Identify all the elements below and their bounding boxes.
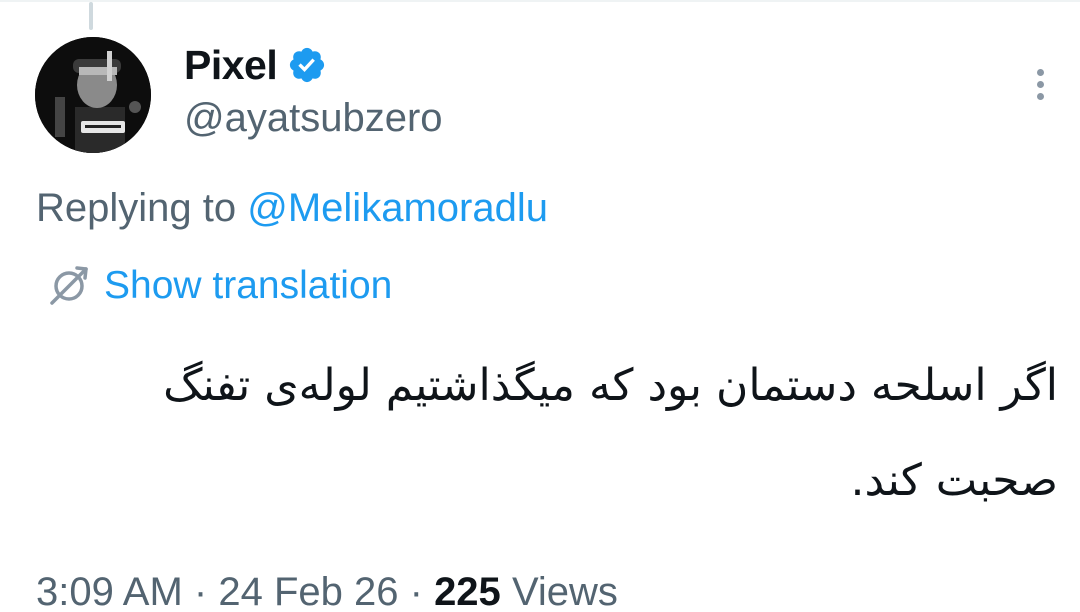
meta-separator: ·: [409, 570, 423, 612]
replying-to-label: Replying to: [36, 186, 237, 230]
thread-connector-line: [89, 2, 93, 30]
meta-separator: ·: [193, 570, 208, 612]
more-vertical-icon-dot: [1036, 80, 1044, 88]
tweet-detail: Pixel @ayatsubzero Replying to @Melikamo…: [0, 0, 1080, 612]
more-vertical-icon: [1036, 68, 1044, 76]
views-label[interactable]: Views: [512, 570, 618, 612]
author-display-name[interactable]: Pixel: [184, 42, 278, 89]
tweet-time[interactable]: 3:09 AM: [36, 570, 183, 612]
tweet-text: اگر اسلحه دستمان بود که میگذاشتیم لوله‌ی…: [163, 360, 1058, 506]
views-count[interactable]: 225: [434, 570, 501, 612]
author-handle[interactable]: @ayatsubzero: [184, 96, 443, 141]
reply-mention-link[interactable]: @Melikamoradlu: [247, 186, 548, 230]
author-name-row[interactable]: Pixel: [184, 40, 327, 90]
top-divider: [0, 0, 1080, 2]
show-translation-button[interactable]: Show translation: [44, 262, 392, 310]
more-vertical-icon-dot: [1036, 92, 1044, 100]
avatar-image: [35, 37, 151, 153]
more-options-button[interactable]: [1018, 58, 1062, 110]
show-translation-label[interactable]: Show translation: [104, 264, 392, 308]
verified-badge-icon: [287, 45, 327, 85]
replying-to: Replying to @Melikamoradlu: [36, 186, 548, 231]
avatar[interactable]: [35, 37, 151, 153]
tweet-date[interactable]: 24 Feb 26: [218, 570, 398, 612]
globe-icon: [44, 261, 94, 311]
tweet-metadata: 3:09 AM · 24 Feb 26 · 225 Views: [36, 570, 618, 612]
